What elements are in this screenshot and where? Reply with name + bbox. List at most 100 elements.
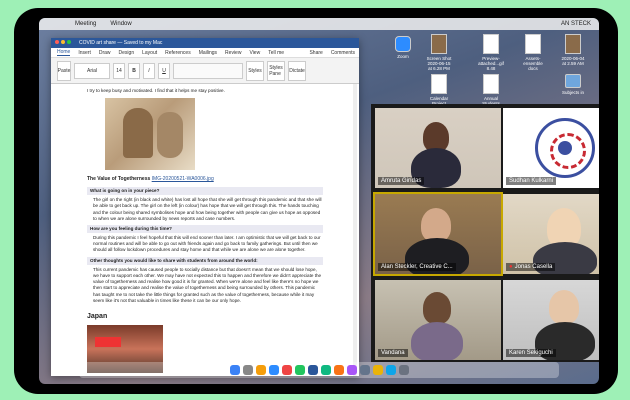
- tab-design[interactable]: Design: [119, 50, 135, 56]
- tab-draw[interactable]: Draw: [99, 50, 111, 56]
- bold-button[interactable]: B: [128, 62, 140, 79]
- document-file-icon: [525, 34, 541, 54]
- window-controls: [55, 40, 73, 46]
- tab-review[interactable]: Review: [225, 50, 241, 56]
- word-window: COVID art share — Saved to my Mac Home I…: [51, 38, 359, 376]
- font-size-select[interactable]: 14: [113, 62, 125, 79]
- desktop-icon-zoom[interactable]: Zoom: [389, 36, 417, 59]
- folder-icon: [565, 74, 581, 88]
- safari-icon[interactable]: [255, 365, 266, 375]
- desktop-icon-calendar[interactable]: Calendar Project: [425, 74, 453, 106]
- organization-logo: [535, 118, 595, 178]
- desktop-icon-assets[interactable]: Assets-ensemble docs: [519, 34, 547, 71]
- image-file-icon: [565, 34, 581, 54]
- minimize-icon[interactable]: [61, 40, 65, 44]
- tab-insert[interactable]: Insert: [78, 50, 91, 56]
- participant-video: [549, 290, 579, 324]
- sign-shape: [95, 337, 121, 348]
- italic-button[interactable]: I: [143, 62, 155, 79]
- video-tile[interactable]: ● Jonas Casella: [503, 194, 599, 274]
- menu-user: AN STECK: [560, 21, 591, 27]
- video-tile[interactable]: Karen Sekiguchi: [503, 280, 599, 360]
- document-scrollbar[interactable]: [353, 84, 357, 376]
- styles-button[interactable]: Styles: [246, 60, 264, 81]
- underline-button[interactable]: U: [158, 62, 170, 79]
- paste-button[interactable]: Paste: [57, 60, 71, 81]
- section-heading: Japan: [87, 312, 108, 320]
- question-heading: What is going on in your piece?: [87, 186, 323, 196]
- document-title: COVID art share — Saved to my Mac: [79, 40, 163, 46]
- participant-video: [421, 208, 451, 242]
- font-family-select[interactable]: Arial: [74, 62, 110, 79]
- desktop-icon-photo[interactable]: 2020-06-04 at 2.59 AM: [559, 34, 587, 66]
- participant-name: Sudhan Kulkarni: [506, 177, 557, 185]
- video-tile-active-speaker[interactable]: Alan Steckler, Creative C...: [373, 192, 503, 276]
- artwork-image[interactable]: [105, 98, 195, 171]
- trash-icon[interactable]: [398, 365, 409, 375]
- menu-window[interactable]: Window: [110, 21, 131, 27]
- document-file-icon: [483, 74, 499, 94]
- styles-pane-button[interactable]: Styles Pane: [267, 60, 285, 81]
- participant-body: [411, 322, 463, 360]
- mail-icon[interactable]: [385, 365, 396, 375]
- tab-mailings[interactable]: Mailings: [199, 50, 217, 56]
- tell-me-search[interactable]: Tell me: [268, 50, 284, 56]
- video-tile[interactable]: Vandana: [375, 280, 501, 360]
- image-link[interactable]: IMG-20200521-WA0006.jpg: [152, 176, 214, 182]
- ribbon-toolbar: Paste Arial 14 B I U Styles Styles Pane …: [51, 58, 359, 84]
- muted-mic-icon: ●: [509, 264, 513, 270]
- question-heading: How are you feeling during this time?: [87, 224, 323, 234]
- desktop-icon-screenshot[interactable]: Screen Shot 2020-06-15 at 6.28 PM: [425, 34, 453, 71]
- messages-icon[interactable]: [294, 365, 305, 375]
- question-heading: Other thoughts you would like to share w…: [87, 256, 323, 265]
- participant-name: Amruta Girídas: [378, 177, 425, 185]
- share-button[interactable]: Share: [309, 50, 322, 56]
- menu-bar: Meeting Window AN STECK: [39, 18, 599, 30]
- document-body[interactable]: I try to keep busy and motivated. I find…: [51, 84, 359, 376]
- zoom-dock-icon[interactable]: [268, 365, 279, 375]
- launchpad-icon[interactable]: [242, 365, 253, 375]
- finder-icon[interactable]: [229, 365, 240, 375]
- tab-references[interactable]: References: [165, 50, 191, 56]
- paragraph-controls[interactable]: [173, 62, 243, 79]
- paragraph: I try to keep busy and motivated. I find…: [87, 88, 225, 93]
- close-icon[interactable]: [55, 40, 59, 44]
- calendar-icon[interactable]: [281, 365, 292, 375]
- tab-layout[interactable]: Layout: [142, 50, 157, 56]
- device-frame: Meeting Window AN STECK Zoom Screen Shot…: [14, 8, 618, 394]
- video-tile[interactable]: Amruta Girídas: [375, 108, 501, 188]
- answer-text: During this pandemic I feel hopeful that…: [93, 235, 321, 253]
- dock: [79, 362, 559, 378]
- document-file-icon: [431, 74, 447, 94]
- word-icon[interactable]: [307, 365, 318, 375]
- app-icon[interactable]: [346, 365, 357, 375]
- tab-home[interactable]: Home: [57, 49, 71, 56]
- dictate-button[interactable]: Dictate: [288, 60, 306, 81]
- excel-icon[interactable]: [320, 365, 331, 375]
- participant-name: Alan Steckler, Creative C...: [378, 263, 456, 271]
- desktop-icons: Zoom Screen Shot 2020-06-15 at 6.28 PM P…: [389, 34, 589, 114]
- video-tile[interactable]: Sudhan Kulkarni: [503, 108, 599, 188]
- answer-text: The girl on the right (in black and whit…: [93, 197, 322, 221]
- desktop-icon-folder[interactable]: Subjects in: [559, 74, 587, 95]
- participant-video: [423, 292, 451, 324]
- powerpoint-icon[interactable]: [333, 365, 344, 375]
- comments-button[interactable]: Comments: [331, 50, 359, 56]
- tab-view[interactable]: View: [249, 50, 260, 56]
- notes-icon[interactable]: [372, 365, 383, 375]
- settings-icon[interactable]: [359, 365, 370, 375]
- maximize-icon[interactable]: [67, 40, 71, 44]
- desktop-icon-students[interactable]: Annual Students: [477, 74, 505, 106]
- ribbon-tabs: Home Insert Draw Design Layout Reference…: [51, 48, 359, 58]
- artwork-caption: The Value of Togetherness IMG-20200521-W…: [87, 176, 214, 183]
- answer-text: This current pandemic has caused people …: [93, 266, 322, 303]
- desktop-screen: Meeting Window AN STECK Zoom Screen Shot…: [39, 18, 599, 384]
- desktop-icon-preview[interactable]: Preview-attached...gif 8.48: [477, 34, 505, 71]
- word-titlebar: COVID art share — Saved to my Mac: [51, 38, 359, 48]
- image-file-icon: [431, 34, 447, 54]
- participant-name: Karen Sekiguchi: [506, 349, 556, 357]
- participant-name: Vandana: [378, 349, 408, 357]
- menu-meeting[interactable]: Meeting: [75, 21, 96, 27]
- participant-name: ● Jonas Casella: [506, 263, 556, 271]
- document-file-icon: [483, 34, 499, 54]
